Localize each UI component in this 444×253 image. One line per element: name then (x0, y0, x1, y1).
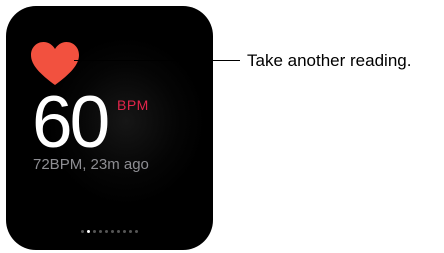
page-dot (93, 230, 96, 233)
watch-screen: 60 BPM 72BPM, 23m ago (6, 6, 213, 250)
heart-rate-value: 60 (32, 82, 110, 163)
page-dot (129, 230, 132, 233)
callout-text: Take another reading. (247, 51, 412, 70)
page-dot (135, 230, 138, 233)
page-dot (99, 230, 102, 233)
page-dot (105, 230, 108, 233)
page-dot (111, 230, 114, 233)
page-dot (117, 230, 120, 233)
heart-icon[interactable] (30, 41, 80, 87)
page-dot (123, 230, 126, 233)
stage: 60 BPM 72BPM, 23m ago Take another readi… (0, 0, 444, 253)
page-dot (87, 230, 90, 233)
page-dot (81, 230, 84, 233)
page-indicator (81, 230, 138, 233)
callout-line (74, 60, 240, 61)
heart-rate-unit: BPM (117, 97, 149, 113)
last-reading-text: 72BPM, 23m ago (33, 156, 149, 173)
